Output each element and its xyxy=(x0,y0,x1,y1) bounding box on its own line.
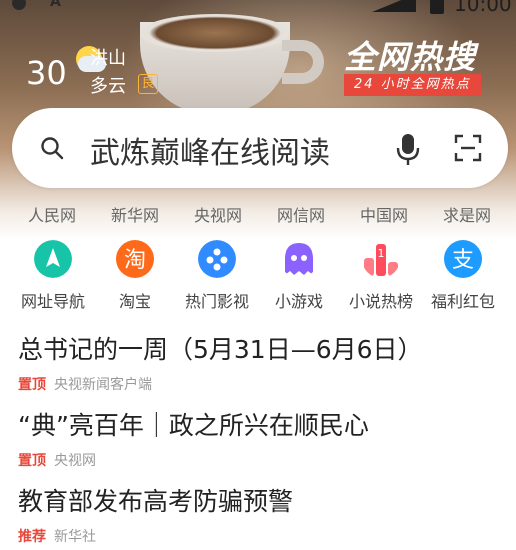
app-label: 小游戏 xyxy=(274,292,323,311)
news-title[interactable]: “典”亮百年｜政之所兴在顺民心 xyxy=(18,406,508,442)
hot-search-banner[interactable]: 全网热搜 24 小时全网热点 xyxy=(340,32,490,98)
battery-icon xyxy=(430,0,444,14)
app-games[interactable]: 小游戏 xyxy=(256,240,342,312)
app-grid: 网址导航 淘 淘宝 热门影视 小游戏 1 小说热榜 支 福利红包 xyxy=(0,240,516,312)
quick-link[interactable]: 中国网 xyxy=(360,202,408,226)
news-meta: 置顶 央视新闻客户端 xyxy=(18,374,508,394)
search-bar[interactable]: 武炼巅峰在线阅读 xyxy=(12,108,508,188)
app-video[interactable]: 热门影视 xyxy=(174,240,260,312)
app-novel-ranking[interactable]: 1 小说热榜 xyxy=(338,240,424,312)
game-ghost-icon xyxy=(285,243,313,275)
video-icon xyxy=(198,240,236,278)
weather-widget[interactable]: 30 洪山 多云 良 xyxy=(26,44,166,100)
quick-link[interactable]: 人民网 xyxy=(28,202,76,226)
app-red-packet[interactable]: 支 福利红包 xyxy=(420,240,506,312)
quick-links: 人民网 新华网 央视网 网信网 中国网 求是网 xyxy=(0,202,516,228)
app-label: 淘宝 xyxy=(118,292,151,311)
city-name: 洪山 xyxy=(90,48,126,69)
news-tag: 置顶 xyxy=(18,377,46,393)
status-bar: A 10:00 xyxy=(0,0,516,20)
temperature: 30 xyxy=(26,54,67,92)
taobao-icon: 淘 xyxy=(116,240,154,278)
news-tag: 推荐 xyxy=(18,529,46,545)
app-label: 热门影视 xyxy=(184,292,249,311)
notification-icon xyxy=(12,0,26,10)
cup-handle-image xyxy=(282,40,324,84)
news-source: 新华社 xyxy=(54,529,96,545)
quick-link[interactable]: 网信网 xyxy=(277,202,325,226)
quick-link[interactable]: 新华网 xyxy=(111,202,159,226)
search-icon xyxy=(41,137,64,160)
news-source: 央视网 xyxy=(54,453,96,469)
news-meta: 推荐 新华社 xyxy=(18,526,508,546)
news-title[interactable]: 教育部发布高考防骗预警 xyxy=(18,482,508,518)
ranking-icon: 1 xyxy=(364,244,398,276)
app-taobao[interactable]: 淘 淘宝 xyxy=(92,240,178,312)
news-item[interactable]: 总书记的一周（5月31日—6月6日） 置顶 央视新闻客户端 xyxy=(18,330,508,394)
a-icon: A xyxy=(50,0,61,10)
news-source: 央视新闻客户端 xyxy=(54,377,152,393)
weather-condition: 多云 xyxy=(90,76,126,97)
signal-icon xyxy=(372,0,416,12)
news-item[interactable]: 教育部发布高考防骗预警 推荐 新华社 xyxy=(18,482,508,546)
aqi-badge: 良 xyxy=(138,74,158,94)
scan-icon[interactable] xyxy=(454,134,482,162)
alipay-icon: 支 xyxy=(444,240,482,278)
microphone-icon[interactable] xyxy=(396,132,420,166)
news-meta: 置顶 央视网 xyxy=(18,450,508,470)
news-title[interactable]: 总书记的一周（5月31日—6月6日） xyxy=(18,330,508,366)
app-label: 小说热榜 xyxy=(348,292,413,311)
app-label: 网址导航 xyxy=(20,292,85,311)
quick-link[interactable]: 求是网 xyxy=(443,202,491,226)
hot-search-title: 全网热搜 xyxy=(344,38,477,76)
quick-link[interactable]: 央视网 xyxy=(194,202,242,226)
app-label: 福利红包 xyxy=(430,292,495,311)
news-item[interactable]: “典”亮百年｜政之所兴在顺民心 置顶 央视网 xyxy=(18,406,508,470)
hot-search-subtitle: 24 小时全网热点 xyxy=(344,74,481,96)
news-tag: 置顶 xyxy=(18,453,46,469)
status-time: 10:00 xyxy=(454,0,512,16)
app-navigation[interactable]: 网址导航 xyxy=(10,240,96,312)
search-input[interactable]: 武炼巅峰在线阅读 xyxy=(90,128,330,172)
svg-text:淘: 淘 xyxy=(124,248,146,273)
navigation-icon xyxy=(34,240,72,278)
svg-text:支: 支 xyxy=(452,248,474,273)
svg-text:1: 1 xyxy=(378,247,385,260)
